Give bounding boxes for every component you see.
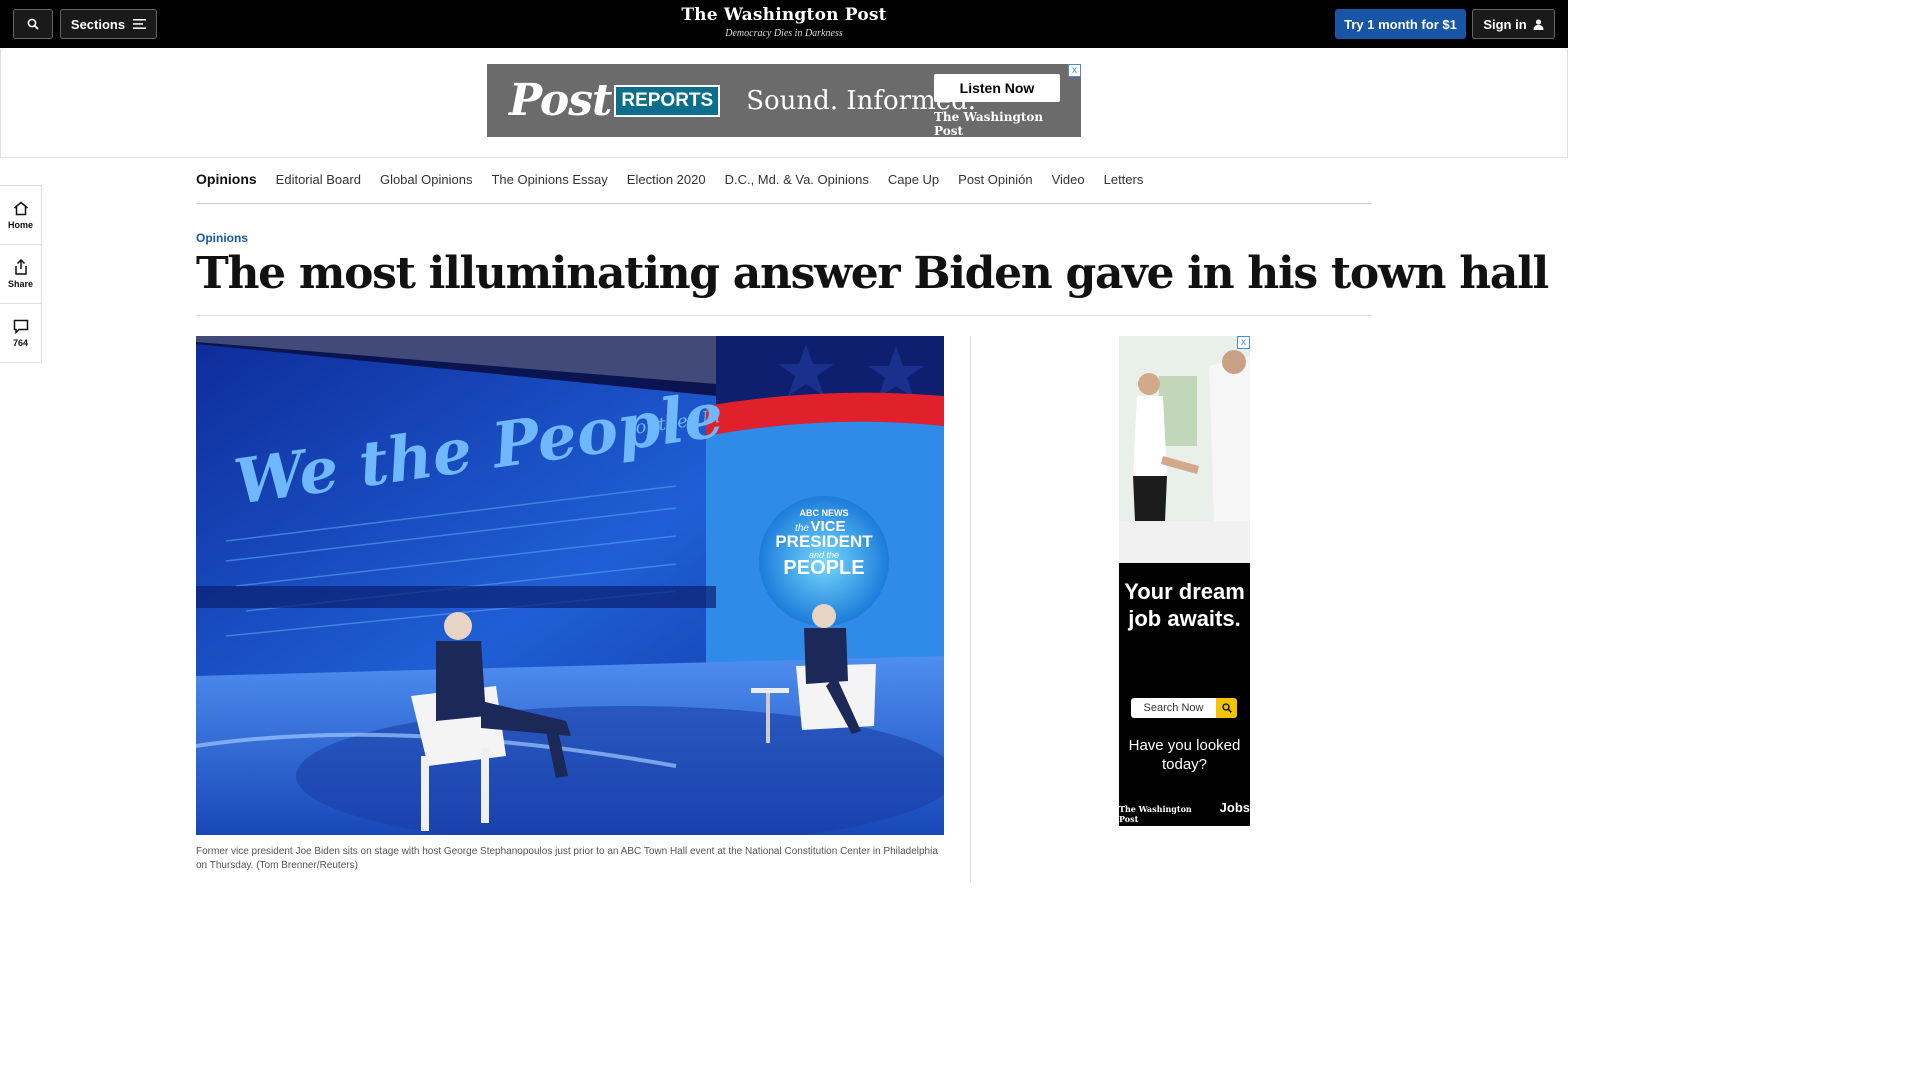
jobs-ad[interactable]: Your dream job awaits. Search Now Have y… [1119,336,1250,826]
ad-brand-row: The Washington Post Jobs [1119,800,1250,824]
share-button[interactable]: Share [0,245,41,304]
side-ad-choices-close-icon[interactable]: x [1237,336,1250,349]
ad-brand-logo: Post [509,75,612,126]
listen-now-button[interactable]: Listen Now [934,74,1060,102]
image-caption: Former vice president Joe Biden sits on … [196,846,938,871]
headline-divider [196,315,1372,316]
hero-image: ABC NEWS the VICE PRESIDENT and the PEOP… [196,336,944,835]
ad-search-row[interactable]: Search Now [1131,698,1237,718]
section-nav: Opinions Editorial Board Global Opinions… [196,171,1372,204]
image-logo-president: PRESIDENT [775,532,873,551]
comments-button[interactable]: 764 [0,304,41,362]
column-divider [970,336,971,882]
nav-item-global-opinions[interactable]: Global Opinions [380,171,473,187]
nav-item-editorial-board[interactable]: Editorial Board [276,171,361,187]
sign-in-button[interactable]: Sign in [1472,9,1555,39]
home-button[interactable]: Home [0,186,41,245]
nav-item-post-opinion[interactable]: Post Opinión [958,171,1032,187]
article-headline: The most illuminating answer Biden gave … [196,248,1549,299]
nav-item-letters[interactable]: Letters [1104,171,1144,187]
ad-question: Have you looked today? [1128,737,1241,773]
sign-in-label: Sign in [1483,16,1527,32]
town-hall-stage-image: ABC NEWS the VICE PRESIDENT and the PEOP… [196,336,944,835]
section-nav-title[interactable]: Opinions [196,171,257,187]
masthead[interactable]: The Washington Post Democracy Dies in Da… [0,5,1568,39]
nav-item-video[interactable]: Video [1052,171,1085,187]
home-label: Home [7,219,33,230]
nav-item-local-opinions[interactable]: D.C., Md. & Va. Opinions [725,171,869,187]
ad-brand-badge: REPORTS [614,84,721,117]
site-logo[interactable]: The Washington Post [0,5,1568,25]
ad-publisher-logo: The Washington Post [934,110,1044,137]
site-tagline: Democracy Dies in Darkness [725,28,843,39]
ad-choices-close-icon[interactable]: x [1068,64,1081,77]
comment-icon [13,319,28,334]
nav-item-opinions-essay[interactable]: The Opinions Essay [491,171,607,187]
ad-headline: Your dream job awaits. [1124,579,1245,631]
side-rail: Home Share 764 [0,185,42,363]
ad-publisher: The Washington Post [1119,804,1192,824]
ad-product: Jobs [1219,800,1250,815]
image-logo-people: PEOPLE [783,557,864,579]
comments-count: 764 [12,337,29,348]
subscribe-button[interactable]: Try 1 month for $1 [1335,9,1466,39]
article-kicker[interactable]: Opinions [196,231,248,245]
home-icon [13,201,28,215]
share-label: Share [7,279,33,289]
ad-handshake-photo [1119,336,1250,563]
image-logo-news: ABC NEWS [800,508,849,518]
ad-cta-column: Listen Now The Washington Post [934,74,1060,137]
ad-search-input[interactable]: Search Now [1131,698,1216,718]
nav-item-cape-up[interactable]: Cape Up [888,171,939,187]
nav-item-election-2020[interactable]: Election 2020 [627,171,706,187]
user-icon [1533,18,1544,30]
top-navigation-bar: Sections The Washington Post Democracy D… [0,0,1568,48]
post-reports-ad[interactable]: Post REPORTS Sound. Informed. Listen Now… [487,64,1081,137]
search-icon [1221,703,1232,713]
ad-search-button[interactable] [1216,698,1237,718]
share-icon [14,259,27,275]
